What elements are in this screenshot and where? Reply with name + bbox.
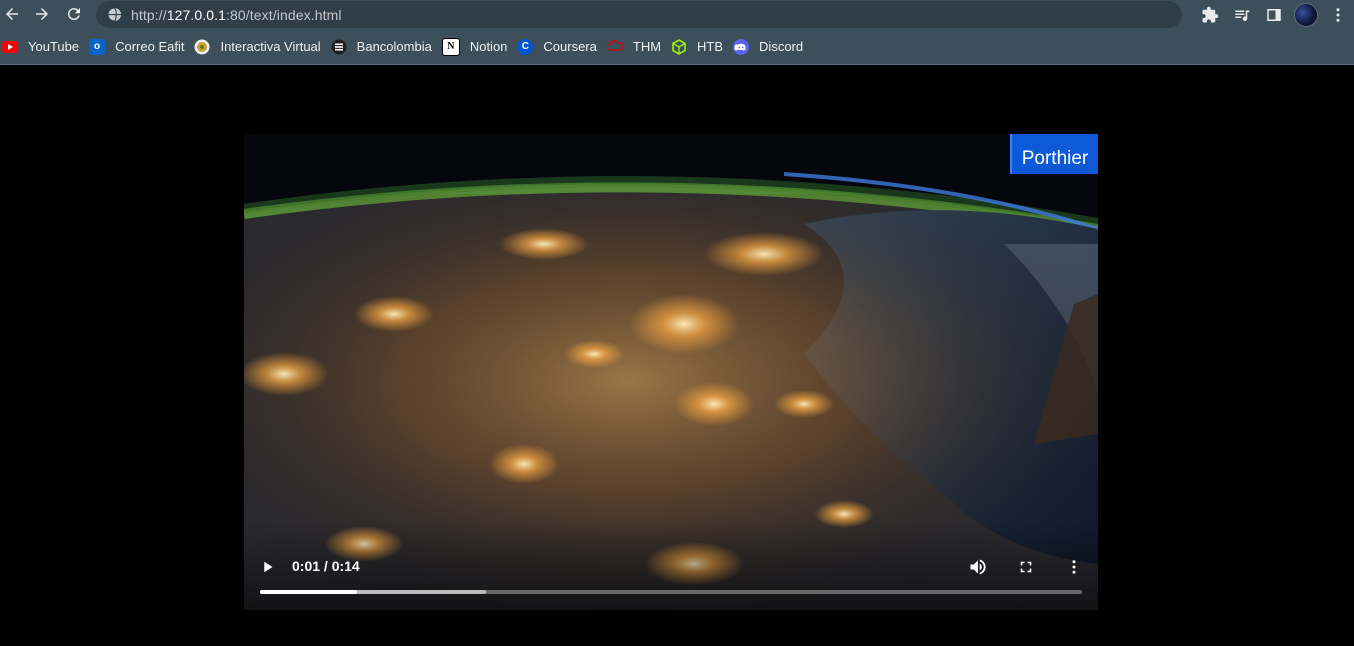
outlook-icon: o [89,38,106,55]
media-control-button[interactable] [1226,0,1258,29]
bookmark-coursera[interactable]: C Coursera [515,33,604,61]
watermark-badge: Porthier [1010,134,1098,174]
bookmark-discord[interactable]: Discord [731,33,811,61]
more-vert-icon [1072,560,1076,574]
bookmark-correo-eafit[interactable]: o Correo Eafit [87,33,192,61]
avatar [1294,2,1318,27]
more-vert-icon [1336,7,1340,22]
url-prefix: http:// [131,6,167,23]
reload-icon [67,8,80,21]
bookmark-label: HTB [697,39,724,54]
played-range [260,590,357,594]
bookmarks-bar: YouTube o Correo Eafit Interactiva Virtu… [0,29,1354,65]
htb-icon [671,38,687,55]
site-info-icon[interactable] [106,7,122,23]
bookmark-htb[interactable]: HTB [669,33,731,61]
bookmark-interactiva-virtual[interactable]: Interactiva Virtual [192,33,328,61]
arrow-right-icon [36,8,48,20]
bookmark-label: Interactiva Virtual [220,39,321,54]
time-display: 0:01 / 0:14 [292,558,360,574]
queue-music-icon [1235,10,1250,21]
forward-button[interactable] [30,2,54,26]
bookmark-label: Discord [759,39,804,54]
play-icon [264,561,273,573]
volume-icon [970,559,986,575]
bookmark-label: THM [632,39,662,54]
reload-button[interactable] [62,2,86,26]
bookmark-label: Bancolombia [356,39,432,54]
progress-bar[interactable] [260,590,1082,594]
bookmark-label: Correo Eafit [115,39,185,54]
watermark-text: Porthier [1021,148,1089,169]
fullscreen-button[interactable] [1014,555,1038,579]
puzzle-icon [1202,6,1219,22]
extensions-button[interactable] [1194,0,1226,29]
bookmark-bancolombia[interactable]: Bancolombia [329,33,440,61]
address-bar[interactable]: http://127.0.0.1:80/text/index.html [96,1,1182,28]
play-button[interactable] [256,555,280,579]
discord-icon [733,38,750,55]
menu-button[interactable] [1322,0,1354,29]
url-host: 127.0.0.1 [166,6,227,23]
volume-button[interactable] [966,555,990,579]
side-panel-button[interactable] [1258,0,1290,29]
bookmark-label: Notion [469,39,508,54]
notion-icon: N [441,37,460,56]
fullscreen-icon [1020,561,1032,573]
youtube-icon [2,39,18,55]
toolbar-actions [1194,0,1354,29]
profile-button[interactable] [1290,0,1322,29]
bookmark-label: Coursera [543,39,597,54]
back-button[interactable] [0,2,24,26]
side-panel-icon [1267,8,1281,21]
url-path: :80/text/index.html [226,6,342,23]
interactiva-icon [194,39,210,55]
bookmark-thm[interactable]: THM [605,33,669,61]
more-options-button[interactable] [1062,555,1086,579]
url-text[interactable]: http://127.0.0.1:80/text/index.html [131,7,342,23]
bookmark-notion[interactable]: N Notion [440,33,516,61]
browser-toolbar: http://127.0.0.1:80/text/index.html [0,0,1354,29]
bookmark-youtube[interactable]: YouTube [0,33,87,61]
thm-icon [606,39,623,55]
bancolombia-icon [331,39,347,55]
bookmark-label: YouTube [28,39,80,54]
arrow-left-icon [6,8,18,20]
coursera-icon: C [517,38,534,55]
video-player[interactable]: Porthier 0:01 / 0:14 [244,134,1098,610]
